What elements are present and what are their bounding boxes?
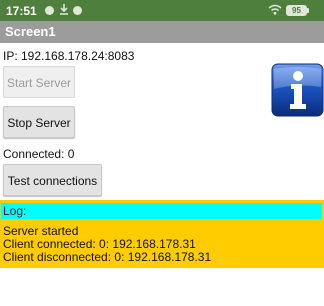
ip-address-label: IP: 192.168.178.24:8083 [3, 49, 135, 63]
battery-tip [307, 8, 309, 13]
info-icon[interactable] [271, 63, 324, 117]
log-label: Log: [1, 203, 322, 219]
notification-dot-icon [45, 4, 54, 18]
stop-server-button[interactable]: Stop Server [3, 106, 75, 138]
test-connections-button[interactable]: Test connections [3, 164, 102, 196]
start-server-button[interactable]: Start Server [3, 66, 75, 98]
status-bar: 17:51 95 [0, 0, 324, 21]
status-time: 17:51 [6, 4, 37, 18]
log-line: Client disconnected: 0: 192.168.178.31 [3, 250, 212, 264]
notification-dot-icon [73, 4, 82, 18]
app-title: Screen1 [5, 24, 56, 39]
connected-count-label: Connected: 0 [3, 147, 75, 161]
log-lines: Server started Client connected: 0: 192.… [3, 225, 211, 264]
wifi-icon [268, 4, 282, 18]
download-icon [59, 3, 69, 18]
battery-icon: 95 [286, 5, 307, 16]
app-title-bar: Screen1 [0, 21, 324, 43]
